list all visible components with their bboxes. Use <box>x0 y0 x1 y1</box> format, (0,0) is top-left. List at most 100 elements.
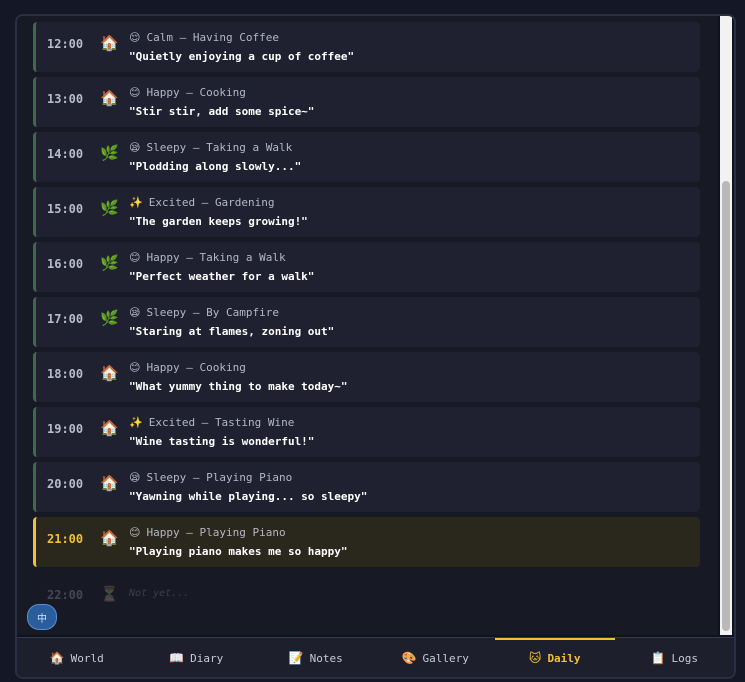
entry-time: 15:00 <box>47 202 84 216</box>
home-icon: 🏠 <box>100 89 119 107</box>
home-icon: 🏠 <box>100 474 119 492</box>
sleepy-face-icon: 😪 <box>129 471 141 484</box>
timeline-entry-1400[interactable]: 14:00 🌿 😪 Sleepy – Taking a Walk "Ploddin… <box>33 132 700 182</box>
tab-label: World <box>70 651 104 665</box>
timeline-entry-1200[interactable]: 12:00 🏠 😌 Calm – Having Coffee "Quietly e… <box>33 22 700 72</box>
language-toggle-button[interactable]: 中 <box>27 604 57 630</box>
smiling-face-icon: 😊 <box>129 526 141 539</box>
entry-time: 19:00 <box>47 422 84 436</box>
timeline-entry-1600[interactable]: 16:00 🌿 😊 Happy – Taking a Walk "Perfect … <box>33 242 700 292</box>
entry-quote: "What yummy thing to make today~" <box>129 380 348 393</box>
tab-label: Notes <box>309 651 343 665</box>
sparkles-icon: ✨ <box>129 416 143 429</box>
entry-time: 20:00 <box>47 477 84 491</box>
timeline-entry-1700[interactable]: 17:00 🌿 😪 Sleepy – By Campfire "Staring a… <box>33 297 700 347</box>
entry-mood: Happy <box>146 86 180 99</box>
tab-diary[interactable]: 📖 Diary <box>137 638 257 677</box>
entry-time: 21:00 <box>47 532 84 546</box>
house-icon: 🏠 <box>49 651 65 665</box>
entry-status: ✨ Excited – Gardening <box>129 196 275 209</box>
entry-quote: "Playing piano makes me so happy" <box>129 545 348 558</box>
entry-activity: Gardening <box>214 196 275 209</box>
entry-quote: "Wine tasting is wonderful!" <box>129 435 315 448</box>
entry-status: 😊 Happy – Playing Piano <box>129 526 286 539</box>
entry-time: 22:00 <box>47 588 84 602</box>
entry-mood: Sleepy <box>146 306 187 319</box>
entry-activity: Cooking <box>199 86 246 99</box>
entry-mood: Sleepy <box>146 141 187 154</box>
entry-time: 13:00 <box>47 92 84 106</box>
book-icon: 📖 <box>169 651 185 665</box>
bottom-nav: 🏠 World 📖 Diary 📝 Notes 🎨 Gallery 🐱 Daily 📋 Lo… <box>17 637 735 677</box>
tab-daily[interactable]: 🐱 Daily <box>495 638 615 677</box>
cat-icon: 🐱 <box>528 651 542 665</box>
timeline-entry-1800[interactable]: 18:00 🏠 😊 Happy – Cooking "What yummy thi… <box>33 352 700 402</box>
timeline-entry-1500[interactable]: 15:00 🌿 ✨ Excited – Gardening "The garden… <box>33 187 700 237</box>
entry-activity: Taking a Walk <box>199 251 286 264</box>
hourglass-icon: ⏳ <box>100 585 119 603</box>
entry-status: ✨ Excited – Tasting Wine <box>129 416 295 429</box>
entry-activity: Playing Piano <box>206 471 293 484</box>
entry-status: 😊 Happy – Cooking <box>129 86 246 99</box>
entry-time: 18:00 <box>47 367 84 381</box>
entry-quote: "Stir stir, add some spice~" <box>129 105 315 118</box>
entry-quote: "Quietly enjoying a cup of coffee" <box>129 50 355 63</box>
entry-activity: Having Coffee <box>192 31 279 44</box>
entry-activity: Tasting Wine <box>214 416 295 429</box>
tab-world[interactable]: 🏠 World <box>17 638 137 677</box>
entry-time: 12:00 <box>47 37 84 51</box>
entry-status: 😪 Sleepy – By Campfire <box>129 306 279 319</box>
entry-mood: Happy <box>146 526 180 539</box>
clipboard-icon: 📋 <box>650 651 666 665</box>
timeline-entry-1300[interactable]: 13:00 🏠 😊 Happy – Cooking "Stir stir, add… <box>33 77 700 127</box>
smiling-face-icon: 😊 <box>129 361 141 374</box>
smiling-face-icon: 😊 <box>129 86 141 99</box>
palette-icon: 🎨 <box>401 651 417 665</box>
home-icon: 🏠 <box>100 529 119 547</box>
scrollbar[interactable] <box>720 16 732 635</box>
timeline-entry-2100-current[interactable]: 21:00 🏠 😊 Happy – Playing Piano "Playing … <box>33 517 700 567</box>
entry-mood: Excited <box>148 196 196 209</box>
home-icon: 🏠 <box>100 364 119 382</box>
tab-gallery[interactable]: 🎨 Gallery <box>376 638 496 677</box>
entry-time: 17:00 <box>47 312 84 326</box>
tab-label: Logs <box>671 651 698 665</box>
entry-quote: "Staring at flames, zoning out" <box>129 325 335 338</box>
sparkles-icon: ✨ <box>129 196 143 209</box>
timeline-entry-2200-pending: 22:00 ⏳ Not yet... <box>33 573 700 623</box>
app-frame: 12:00 🏠 😌 Calm – Having Coffee "Quietly e… <box>15 14 736 679</box>
daily-timeline: 12:00 🏠 😌 Calm – Having Coffee "Quietly e… <box>17 16 718 635</box>
herb-icon: 🌿 <box>100 254 119 272</box>
tab-notes[interactable]: 📝 Notes <box>256 638 376 677</box>
sleepy-face-icon: 😪 <box>129 141 141 154</box>
entry-quote: "The garden keeps growing!" <box>129 215 308 228</box>
herb-icon: 🌿 <box>100 144 119 162</box>
timeline-entry-1900[interactable]: 19:00 🏠 ✨ Excited – Tasting Wine "Wine ta… <box>33 407 700 457</box>
entry-time: 16:00 <box>47 257 84 271</box>
entry-status: 😊 Happy – Taking a Walk <box>129 251 286 264</box>
entry-status: 😪 Sleepy – Taking a Walk <box>129 141 293 154</box>
tab-label: Daily <box>547 651 581 665</box>
scrollbar-thumb[interactable] <box>722 181 730 631</box>
smiling-face-icon: 😊 <box>129 251 141 264</box>
tab-label: Diary <box>190 651 224 665</box>
entry-quote: "Yawning while playing... so sleepy" <box>129 490 368 503</box>
entry-status: 😪 Sleepy – Playing Piano <box>129 471 293 484</box>
tab-label: Gallery <box>422 651 469 665</box>
entry-activity: Playing Piano <box>199 526 286 539</box>
timeline-entry-2000[interactable]: 20:00 🏠 😪 Sleepy – Playing Piano "Yawning… <box>33 462 700 512</box>
entry-mood: Sleepy <box>146 471 187 484</box>
entry-time: 14:00 <box>47 147 84 161</box>
relaxed-face-icon: 😌 <box>129 31 141 44</box>
entry-status: 😌 Calm – Having Coffee <box>129 31 279 44</box>
entry-mood: Happy <box>146 251 180 264</box>
entry-activity: Cooking <box>199 361 246 374</box>
herb-icon: 🌿 <box>100 309 119 327</box>
home-icon: 🏠 <box>100 419 119 437</box>
tab-logs[interactable]: 📋 Logs <box>615 638 735 677</box>
entry-mood: Excited <box>148 416 196 429</box>
home-icon: 🏠 <box>100 34 119 52</box>
entry-activity: By Campfire <box>206 306 279 319</box>
entry-activity: Taking a Walk <box>206 141 293 154</box>
herb-icon: 🌿 <box>100 199 119 217</box>
